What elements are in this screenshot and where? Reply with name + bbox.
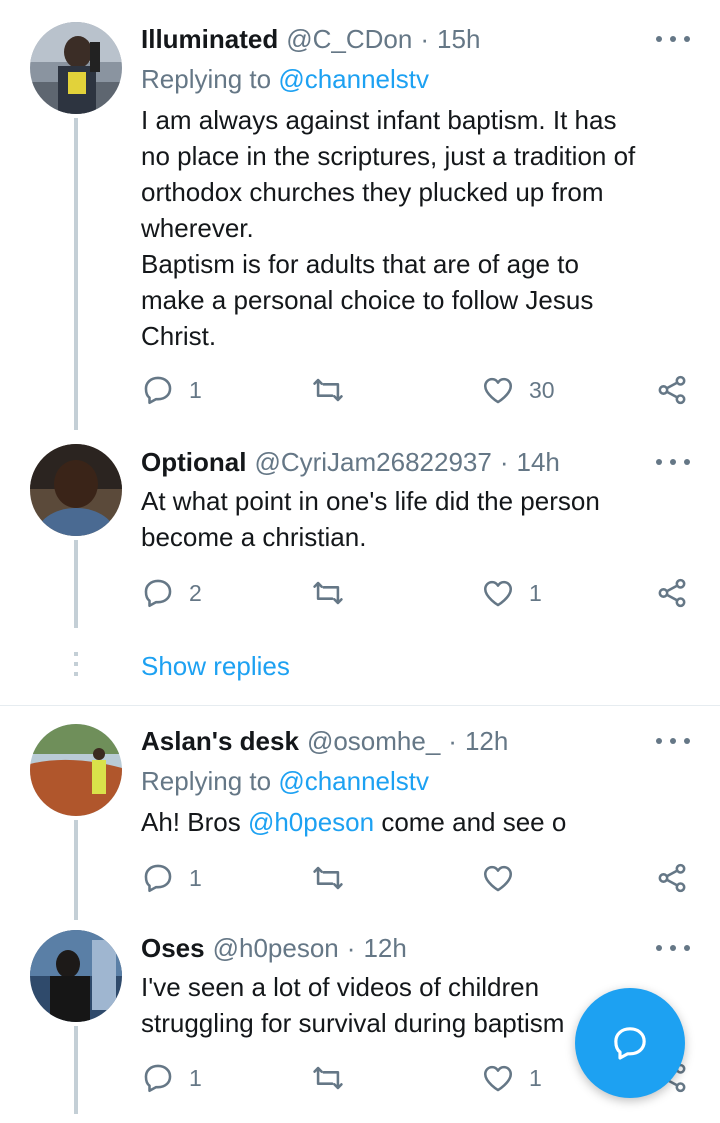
like-count: 30 [529, 376, 555, 403]
tweet-header: Oses @h0peson · 12h [141, 931, 407, 965]
reply-count: 1 [189, 864, 202, 891]
like-count: 1 [529, 1064, 542, 1091]
replying-to-label: Replying to [141, 64, 272, 94]
display-name[interactable]: Illuminated [141, 24, 278, 55]
separator: · [448, 725, 457, 756]
retweet-icon [313, 581, 343, 605]
tweet-actions: 2 1 [141, 573, 691, 613]
reply-button[interactable]: 1 [141, 370, 202, 410]
avatar[interactable] [30, 930, 122, 1022]
username[interactable]: @h0peson [213, 933, 339, 964]
more-icon[interactable] [656, 724, 690, 758]
tweet-text: Ah! Bros @h0peson come and see o [141, 804, 686, 840]
reply-count: 1 [189, 376, 202, 403]
compose-reply-icon [614, 1027, 646, 1060]
mention-link[interactable]: @channelstv [278, 766, 429, 796]
like-count: 1 [529, 579, 542, 606]
like-icon [483, 580, 513, 607]
replying-to: Replying to @channelstv [141, 766, 429, 797]
reply-count: 1 [189, 1064, 202, 1091]
like-button[interactable] [481, 858, 529, 898]
reply-button[interactable]: 2 [141, 573, 202, 613]
share-icon [658, 578, 686, 608]
retweet-icon [313, 1066, 343, 1090]
tweet-text: I am always against infant baptism. It h… [141, 105, 636, 351]
timestamp[interactable]: 15h [437, 24, 480, 55]
timestamp[interactable]: 12h [363, 933, 406, 964]
tweet-header: Illuminated @C_CDon · 15h [141, 22, 480, 56]
retweet-icon [313, 866, 343, 890]
more-icon[interactable] [656, 22, 690, 56]
tweet-actions: 1 30 [141, 370, 691, 410]
mention-link[interactable]: @channelstv [278, 64, 429, 94]
share-button[interactable] [655, 573, 689, 613]
reply-icon [144, 1064, 172, 1093]
username[interactable]: @C_CDon [286, 24, 412, 55]
replying-to-label: Replying to [141, 766, 272, 796]
separator: · [420, 23, 430, 54]
share-button[interactable] [655, 370, 689, 410]
tweet-text: At what point in one's life did the pers… [141, 486, 600, 552]
reply-icon [144, 579, 172, 608]
mention-link[interactable]: @h0peson [248, 807, 374, 837]
more-icon[interactable] [656, 931, 690, 965]
more-icon[interactable] [656, 445, 690, 479]
display-name[interactable]: Optional [141, 447, 246, 478]
username[interactable]: @CyriJam26822937 [254, 447, 491, 478]
more-replies-dots [74, 652, 78, 682]
tweet-text-part: Ah! Bros [141, 807, 248, 837]
like-icon [483, 865, 513, 892]
tweet[interactable]: Optional @CyriJam26822937 · 14h At what … [0, 430, 720, 700]
retweet-button[interactable] [311, 370, 359, 410]
like-button[interactable]: 30 [481, 370, 555, 410]
retweet-icon [313, 378, 343, 402]
display-name[interactable]: Aslan's desk [141, 726, 299, 757]
thread-line [74, 820, 78, 920]
tweet[interactable]: Illuminated @C_CDon · 15h Replying to @c… [0, 0, 720, 430]
share-icon [658, 863, 686, 893]
like-button[interactable]: 1 [481, 1058, 542, 1098]
show-replies-link[interactable]: Show replies [141, 651, 290, 682]
tweet-header: Aslan's desk @osomhe_ · 12h [141, 724, 508, 758]
thread-line [74, 540, 78, 628]
replying-to: Replying to @channelstv [141, 64, 429, 95]
thread-line [74, 1026, 78, 1114]
like-icon [483, 1065, 513, 1092]
share-icon [658, 375, 686, 405]
avatar[interactable] [30, 724, 122, 816]
timestamp[interactable]: 12h [465, 726, 508, 757]
retweet-button[interactable] [311, 1058, 359, 1098]
compose-reply-button[interactable] [575, 988, 685, 1098]
tweet-header: Optional @CyriJam26822937 · 14h [141, 445, 560, 479]
reply-button[interactable]: 1 [141, 858, 202, 898]
tweet[interactable]: Aslan's desk @osomhe_ · 12h Replying to … [0, 706, 720, 920]
avatar[interactable] [30, 22, 122, 114]
username[interactable]: @osomhe_ [307, 726, 440, 757]
thread-line [74, 118, 78, 430]
retweet-button[interactable] [311, 573, 359, 613]
share-button[interactable] [655, 858, 689, 898]
separator: · [499, 446, 509, 477]
retweet-button[interactable] [311, 858, 359, 898]
reply-icon [144, 376, 172, 405]
like-icon [483, 377, 513, 404]
tweet-text-part: come and see o [374, 807, 567, 837]
reply-count: 2 [189, 579, 202, 606]
like-button[interactable]: 1 [481, 573, 542, 613]
reply-icon [144, 864, 172, 893]
timestamp[interactable]: 14h [517, 447, 560, 478]
separator: · [346, 932, 356, 963]
avatar[interactable] [30, 444, 122, 536]
display-name[interactable]: Oses [141, 933, 205, 964]
reply-button[interactable]: 1 [141, 1058, 202, 1098]
tweet-actions: 1 [141, 858, 691, 898]
